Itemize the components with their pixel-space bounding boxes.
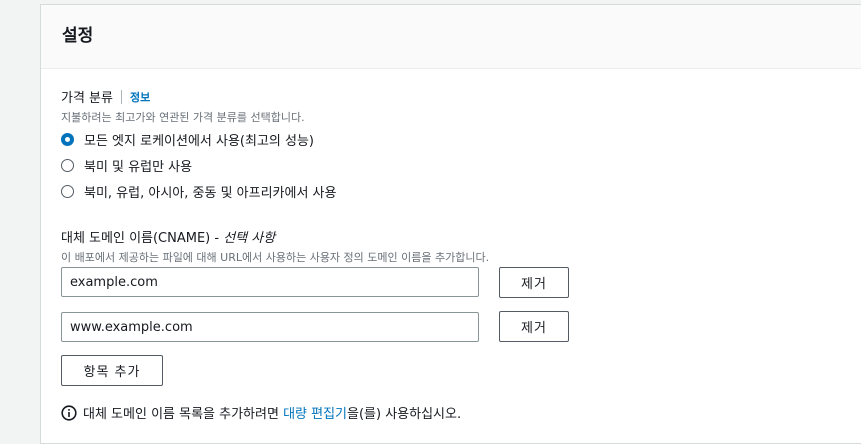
remove-button-1[interactable]: 제거 [499,267,569,298]
label-separator [120,89,122,104]
radio-label: 북미, 유럽, 아시아, 중동 및 아프리카에서 사용 [84,186,337,201]
panel-header: 설정 [41,5,861,69]
cname-description: 이 배포에서 제공하는 파일에 대해 URL에서 사용하는 사용자 정의 도메인… [61,251,490,264]
cname-label-row: 대체 도메인 이름(CNAME) - 선택 사항 [61,227,275,246]
cname-optional-label: 선택 사항 [223,231,276,246]
radio-option-all-edge[interactable]: 모든 엣지 로케이션에서 사용(최고의 성능) [61,130,314,149]
radio-option-na-eu-asia-me-af[interactable]: 북미, 유럽, 아시아, 중동 및 아프리카에서 사용 [61,182,336,201]
bulk-edit-hint-prefix: 대체 도메인 이름 목록을 추가하려면 [83,407,284,422]
radio-button-checked[interactable] [61,133,74,146]
price-class-description: 지불하려는 최고가와 연관된 가격 분류를 선택합니다. [61,111,305,124]
price-class-label-row: 가격 분류 정보 [61,87,150,106]
radio-label: 북미 및 유럽만 사용 [84,160,193,175]
cname-input-2[interactable] [61,312,479,342]
info-circle-icon [61,404,77,421]
settings-panel: 설정 가격 분류 정보 지불하려는 최고가와 연관된 가격 분류를 선택합니다.… [40,4,861,444]
panel-title: 설정 [62,26,94,46]
radio-option-na-eu[interactable]: 북미 및 유럽만 사용 [61,156,192,175]
bulk-editor-link[interactable]: 대량 편집기 [283,403,347,422]
radio-button[interactable] [61,159,74,172]
radio-label: 모든 엣지 로케이션에서 사용(최고의 성능) [84,134,314,149]
cname-input-1[interactable] [61,267,479,297]
cname-label: 대체 도메인 이름(CNAME) - [61,231,224,246]
price-class-label: 가격 분류 [61,91,113,106]
bulk-edit-hint: 대체 도메인 이름 목록을 추가하려면 대량 편집기 을(를) 사용하십시오. [61,403,461,422]
price-class-info-link[interactable]: 정보 [130,89,150,105]
radio-button[interactable] [61,185,74,198]
bulk-edit-hint-suffix: 을(를) 사용하십시오. [347,407,462,422]
remove-button-2[interactable]: 제거 [499,311,569,342]
add-item-button[interactable]: 항목 추가 [61,355,163,386]
